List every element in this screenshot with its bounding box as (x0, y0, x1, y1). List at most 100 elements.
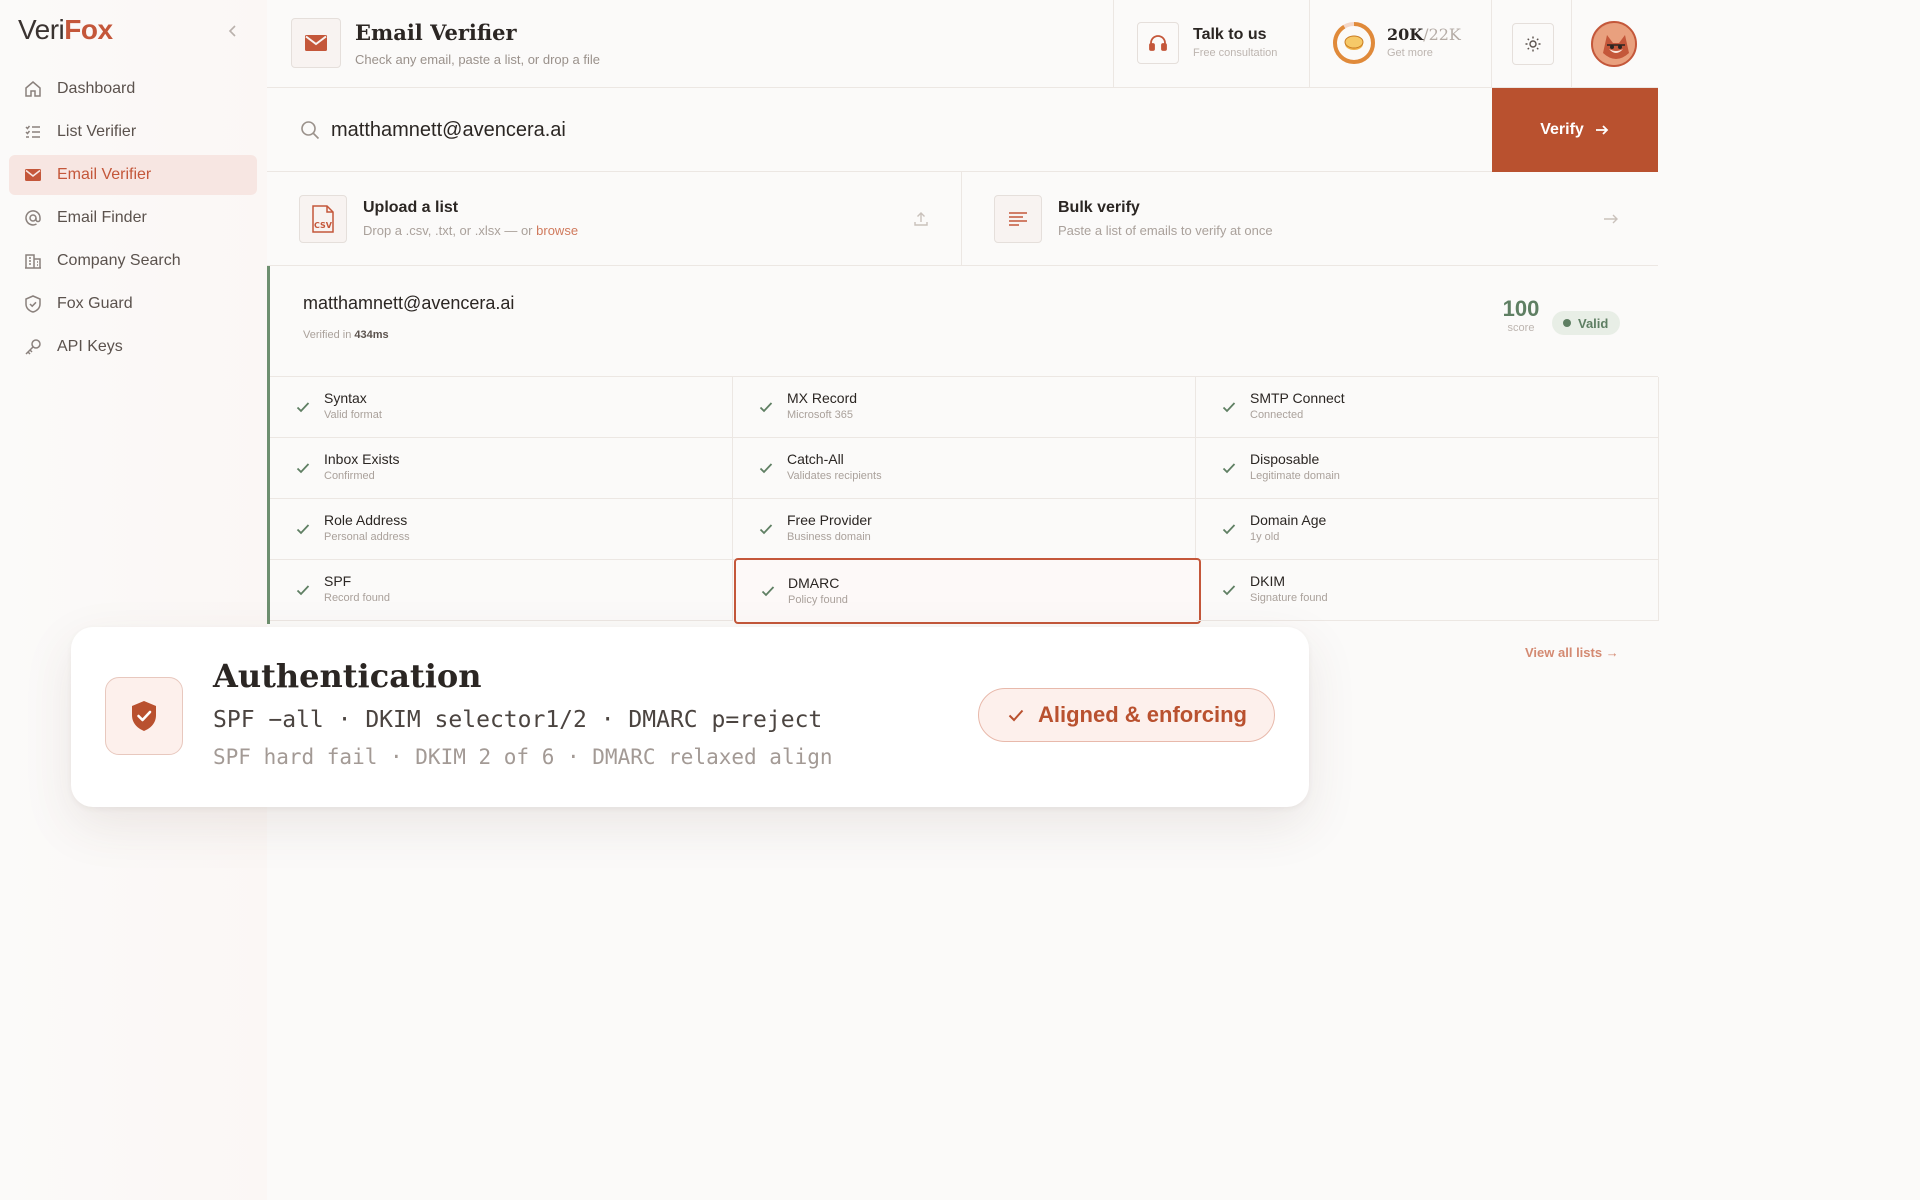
brand-logo-part2: Fox (64, 14, 113, 45)
text-lines-icon (994, 195, 1042, 243)
upload-list-hint: Drop a .csv, .txt, or .xlsx — or browse (363, 223, 578, 238)
view-all-lists-link[interactable]: View all lists → (1525, 645, 1619, 660)
header-divider (1309, 0, 1310, 88)
check-detail: Connected (1250, 409, 1304, 421)
check-smtp-connect[interactable]: SMTP Connect Connected (1196, 377, 1659, 438)
check-icon (1221, 399, 1237, 415)
brand-logo[interactable]: VeriFox (18, 14, 113, 46)
status-label: Valid (1578, 315, 1609, 331)
check-label: Role Address (324, 512, 408, 528)
sidebar-item-api-keys[interactable]: API Keys (9, 327, 257, 367)
arrow-right-icon (1602, 210, 1620, 228)
credits-total: /22K (1423, 25, 1461, 44)
input-options: CSV Upload a list Drop a .csv, .txt, or … (267, 172, 1658, 266)
bulk-verify-hint: Paste a list of emails to verify at once (1058, 223, 1273, 238)
search-bar: Verify (267, 88, 1658, 172)
sidebar-item-fox-guard[interactable]: Fox Guard (9, 284, 257, 324)
sun-icon (1524, 35, 1542, 53)
check-label: Free Provider (787, 512, 872, 528)
check-detail: Validates recipients (787, 470, 882, 482)
sidebar-item-dashboard[interactable]: Dashboard (9, 69, 257, 109)
at-icon (23, 208, 43, 228)
check-icon (295, 460, 311, 476)
check-dmarc[interactable]: DMARC Policy found (734, 558, 1201, 624)
verify-button-label: Verify (1540, 121, 1584, 138)
check-icon (295, 521, 311, 537)
verification-time: Verified in 434ms (303, 329, 389, 341)
shield-check-icon (105, 677, 183, 755)
check-icon (1221, 521, 1237, 537)
check-spf[interactable]: SPF Record found (270, 560, 733, 621)
page-subtitle: Check any email, paste a list, or drop a… (355, 52, 600, 67)
theme-toggle-button[interactable] (1512, 23, 1554, 65)
check-label: Catch-All (787, 451, 844, 467)
upload-list-hint-text: Drop a .csv, .txt, or .xlsx — or (363, 223, 533, 238)
check-detail: Confirmed (324, 470, 375, 482)
check-free-provider[interactable]: Free Provider Business domain (733, 499, 1196, 560)
search-icon (299, 119, 321, 141)
get-more-credits-link[interactable]: Get more (1387, 47, 1433, 59)
check-icon (295, 582, 311, 598)
sidebar: VeriFox Dashboard List Verifier Email Ve… (0, 0, 267, 1200)
sidebar-item-company-search[interactable]: Company Search (9, 241, 257, 281)
score-block: 100 score (1495, 296, 1547, 334)
check-inbox-exists[interactable]: Inbox Exists Confirmed (270, 438, 733, 499)
check-detail: 1y old (1250, 531, 1280, 543)
csv-icon-label: CSV (314, 221, 333, 230)
headset-icon[interactable] (1137, 22, 1179, 64)
check-label: Syntax (324, 390, 367, 406)
talk-to-us-subtitle: Free consultation (1193, 47, 1278, 59)
alignment-status-badge: Aligned & enforcing (978, 688, 1275, 742)
email-input[interactable] (331, 110, 1421, 150)
check-catch-all[interactable]: Catch-All Validates recipients (733, 438, 1196, 499)
avatar[interactable] (1591, 21, 1637, 67)
check-icon (295, 399, 311, 415)
authentication-callout: Authentication SPF −all · DKIM selector1… (71, 627, 1309, 807)
alignment-status-label: Aligned & enforcing (1038, 702, 1247, 727)
callout-title: Authentication (213, 657, 482, 695)
sidebar-item-label: Dashboard (57, 80, 136, 97)
brand-logo-part1: Veri (18, 14, 65, 45)
check-disposable[interactable]: Disposable Legitimate domain (1196, 438, 1659, 499)
status-dot-icon (1563, 319, 1571, 327)
verify-button[interactable]: Verify (1492, 88, 1658, 172)
sidebar-item-label: Email Verifier (57, 166, 152, 183)
talk-to-us-button[interactable]: Talk to us (1193, 26, 1267, 44)
check-icon (758, 399, 774, 415)
check-label: SPF (324, 573, 352, 589)
checks-grid: Syntax Valid format MX Record Microsoft … (270, 376, 1659, 624)
check-syntax[interactable]: Syntax Valid format (270, 377, 733, 438)
check-detail: Microsoft 365 (787, 409, 854, 421)
check-label: Domain Age (1250, 512, 1327, 528)
header-divider (1571, 0, 1572, 88)
browse-link[interactable]: browse (536, 223, 578, 238)
upload-list-card[interactable]: CSV Upload a list Drop a .csv, .txt, or … (267, 172, 962, 266)
check-detail: Signature found (1250, 592, 1328, 604)
sidebar-item-list-verifier[interactable]: List Verifier (9, 112, 257, 152)
check-domain-age[interactable]: Domain Age 1y old (1196, 499, 1659, 560)
check-label: Inbox Exists (324, 451, 400, 467)
sidebar-item-email-finder[interactable]: Email Finder (9, 198, 257, 238)
check-role-address[interactable]: Role Address Personal address (270, 499, 733, 560)
check-icon (758, 521, 774, 537)
arrow-right-icon (1594, 122, 1610, 138)
check-icon (1006, 705, 1026, 725)
mail-icon (23, 165, 43, 185)
score-label: score (1507, 322, 1535, 334)
credits-ring-icon (1332, 21, 1376, 65)
score-value: 100 (1502, 296, 1540, 321)
top-header: Email Verifier Check any email, paste a … (267, 0, 1658, 88)
home-icon (23, 79, 43, 99)
check-dkim[interactable]: DKIM Signature found (1196, 560, 1659, 621)
collapse-sidebar-icon[interactable] (224, 22, 242, 40)
arrow-right-icon: → (1605, 645, 1619, 660)
check-label: DKIM (1250, 573, 1285, 589)
csv-file-icon: CSV (299, 195, 347, 243)
bulk-verify-card[interactable]: Bulk verify Paste a list of emails to ve… (962, 172, 1658, 266)
check-mx-record[interactable]: MX Record Microsoft 365 (733, 377, 1196, 438)
verification-result: matthamnett@avencera.ai Verified in 434m… (267, 266, 1659, 624)
callout-summary: SPF −all · DKIM selector1/2 · DMARC p=re… (213, 707, 823, 733)
sidebar-item-email-verifier[interactable]: Email Verifier (9, 155, 257, 195)
sidebar-item-label: List Verifier (57, 123, 137, 140)
check-label: DMARC (788, 575, 840, 591)
